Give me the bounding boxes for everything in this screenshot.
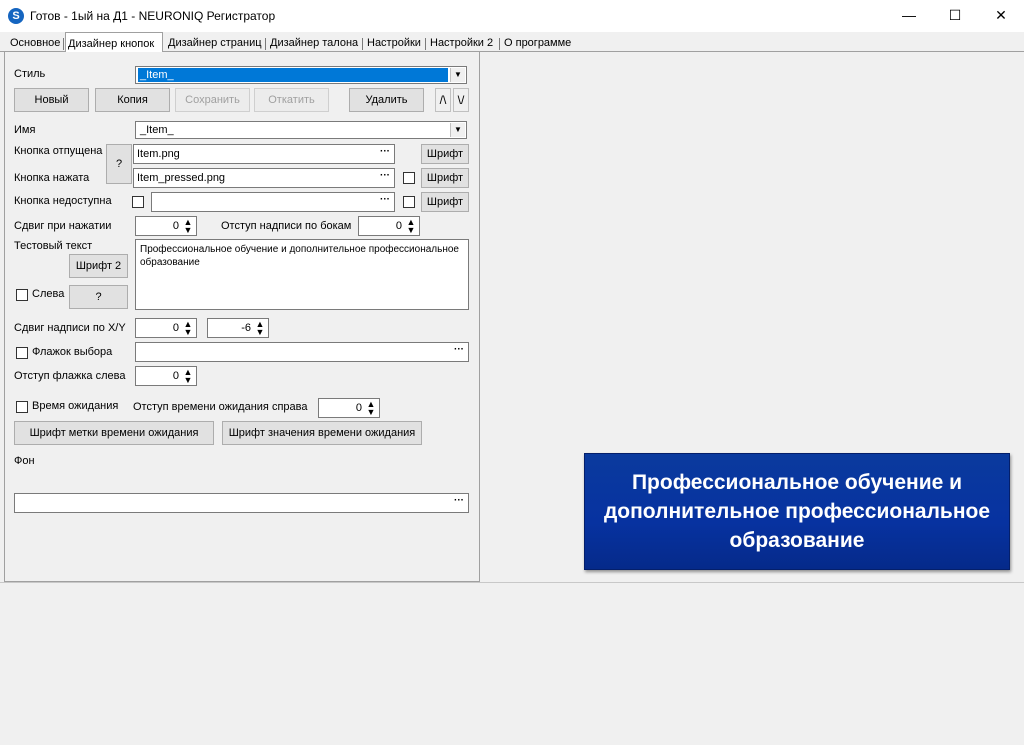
flag-offset-label: Отступ флажка слева [14, 370, 126, 382]
state-help-button[interactable]: ? [106, 144, 132, 184]
spinner-arrows-icon[interactable]: ▲ ▼ [404, 218, 418, 235]
button-preview-text: Профессиональное обучение и дополнительн… [603, 471, 991, 552]
left-align-label: Слева [32, 288, 65, 300]
pressed-image-field[interactable]: Item_pressed.png ··· [133, 168, 395, 188]
tab-separator [425, 38, 426, 50]
released-image-value: Item.png [137, 148, 180, 160]
tab-settings-2[interactable]: Настройки 2 [428, 35, 495, 52]
chevron-down-icon[interactable]: ▼ [450, 123, 465, 137]
flag-offset-spinner[interactable]: 0 ▲ ▼ [135, 366, 197, 386]
tab-button-designer[interactable]: Дизайнер кнопок [65, 32, 163, 53]
side-padding-spinner[interactable]: 0 ▲ ▼ [358, 216, 420, 236]
test-help-button[interactable]: ? [69, 285, 128, 309]
move-up-button[interactable]: /\ [435, 88, 451, 112]
tab-separator [499, 38, 500, 50]
press-shift-label: Сдвиг при нажатии [14, 220, 112, 232]
pressed-font-button[interactable]: Шрифт [421, 168, 469, 188]
window-title: Готов - 1ый на Д1 - NEURONIQ Регистратор [30, 9, 276, 23]
new-style-button[interactable]: Новый [14, 88, 89, 112]
checkbox-flag-label: Флажок выбора [32, 346, 113, 358]
tab-ticket-designer[interactable]: Дизайнер талона [268, 35, 360, 52]
left-align-checkbox[interactable] [16, 289, 28, 301]
wait-time-label: Время ожидания [32, 400, 119, 412]
close-button[interactable]: ✕ [978, 0, 1024, 30]
caption-shift-x-value: 0 [172, 322, 179, 334]
button-designer-panel: Стиль _Item_ ▼ Новый Копия Сохранить Отк… [4, 52, 480, 582]
browse-icon[interactable]: ··· [377, 194, 393, 210]
name-label: Имя [14, 124, 36, 136]
background-label: Фон [14, 455, 35, 467]
tab-separator [63, 38, 64, 50]
tab-main[interactable]: Основное [8, 35, 62, 52]
wait-time-checkbox[interactable] [16, 401, 28, 413]
disabled-label: Кнопка недоступна [14, 195, 112, 207]
checkbox-flag-checkbox[interactable] [16, 347, 28, 359]
spinner-arrows-icon[interactable]: ▲ ▼ [181, 320, 195, 337]
title-bar: S Готов - 1ый на Д1 - NEURONIQ Регистрат… [0, 0, 1024, 32]
caption-shift-label: Сдвиг надписи по X/Y [14, 322, 126, 334]
spinner-arrows-icon[interactable]: ▲ ▼ [364, 400, 378, 417]
name-select[interactable]: _Item_ ▼ [135, 121, 467, 139]
copy-style-button[interactable]: Копия [95, 88, 170, 112]
wait-label-font-button[interactable]: Шрифт метки времени ожидания [14, 421, 214, 445]
pressed-image-value: Item_pressed.png [137, 172, 226, 184]
delete-style-button[interactable]: Удалить [349, 88, 424, 112]
disabled-font-button[interactable]: Шрифт [421, 192, 469, 212]
spinner-arrows-icon[interactable]: ▲ ▼ [181, 218, 195, 235]
press-shift-spinner[interactable]: 0 ▲ ▼ [135, 216, 197, 236]
press-shift-value: 0 [172, 220, 179, 232]
browse-icon[interactable]: ··· [451, 495, 467, 511]
save-style-button[interactable]: Сохранить [175, 88, 250, 112]
button-preview: Профессиональное обучение и дополнительн… [584, 453, 1010, 570]
style-label: Стиль [14, 68, 46, 80]
style-select-value: _Item_ [138, 68, 448, 82]
wait-right-offset-value: 0 [355, 402, 362, 414]
released-font-button[interactable]: Шрифт [421, 144, 469, 164]
app-logo-icon: S [8, 8, 24, 24]
empty-area [0, 582, 1024, 745]
browse-icon[interactable]: ··· [377, 170, 393, 186]
tab-separator [362, 38, 363, 50]
browse-icon[interactable]: ··· [451, 344, 467, 360]
test-text-label: Тестовый текст [14, 240, 93, 252]
test-text-area[interactable]: Профессиональное обучение и дополнительн… [135, 239, 469, 310]
pressed-label: Кнопка нажата [14, 172, 90, 184]
chevron-down-icon[interactable]: ▼ [450, 68, 465, 82]
tab-separator [265, 38, 266, 50]
wait-right-offset-spinner[interactable]: 0 ▲ ▼ [318, 398, 380, 418]
maximize-button[interactable]: ☐ [932, 0, 978, 30]
pressed-checkbox[interactable] [403, 172, 415, 184]
minimize-button[interactable]: — [886, 0, 932, 30]
wait-value-font-button[interactable]: Шрифт значения времени ожидания [222, 421, 422, 445]
released-image-field[interactable]: Item.png ··· [133, 144, 395, 164]
spinner-arrows-icon[interactable]: ▲ ▼ [253, 320, 267, 337]
revert-style-button[interactable]: Откатить [254, 88, 329, 112]
tab-about[interactable]: О программе [502, 35, 573, 52]
name-select-value: _Item_ [140, 124, 174, 136]
spinner-arrows-icon[interactable]: ▲ ▼ [181, 368, 195, 385]
released-label: Кнопка отпущена [14, 145, 103, 157]
disabled-checkbox[interactable] [132, 196, 144, 208]
caption-shift-y-spinner[interactable]: -6 ▲ ▼ [207, 318, 269, 338]
tab-strip: Основное Дизайнер кнопок Дизайнер страни… [0, 32, 1024, 53]
browse-icon[interactable]: ··· [377, 146, 393, 162]
disabled-image-field[interactable]: ··· [151, 192, 395, 212]
wait-right-offset-label: Отступ времени ожидания справа [133, 401, 308, 413]
caption-shift-y-value: -6 [241, 322, 251, 334]
caption-shift-x-spinner[interactable]: 0 ▲ ▼ [135, 318, 197, 338]
background-field[interactable]: ··· [14, 493, 469, 513]
flag-offset-value: 0 [172, 370, 179, 382]
style-select[interactable]: _Item_ ▼ [135, 66, 467, 84]
disabled-state-checkbox[interactable] [403, 196, 415, 208]
checkbox-flag-field[interactable]: ··· [135, 342, 469, 362]
side-padding-value: 0 [395, 220, 402, 232]
font2-button[interactable]: Шрифт 2 [69, 254, 128, 278]
side-padding-label: Отступ надписи по бокам [221, 220, 352, 232]
tab-page-designer[interactable]: Дизайнер страниц [166, 35, 264, 52]
tab-settings[interactable]: Настройки [365, 35, 423, 52]
move-down-button[interactable]: \/ [453, 88, 469, 112]
